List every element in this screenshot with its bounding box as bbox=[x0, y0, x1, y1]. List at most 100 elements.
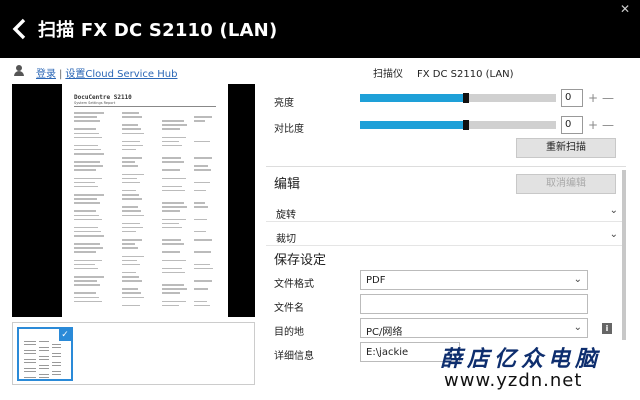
brightness-slider-handle[interactable] bbox=[462, 93, 469, 103]
preview-text-line bbox=[74, 300, 102, 303]
preview-text-line bbox=[122, 198, 142, 200]
preview-text-line bbox=[194, 267, 213, 270]
preview-text-line bbox=[162, 177, 186, 180]
preview-text-line bbox=[162, 210, 180, 212]
preview-text-line bbox=[194, 251, 211, 253]
preview-text-line bbox=[194, 280, 212, 282]
close-icon[interactable]: ✕ bbox=[620, 2, 630, 16]
preview-text-line bbox=[74, 194, 104, 196]
thumbnail-text-line bbox=[52, 380, 61, 381]
thumbnail-text-line bbox=[52, 347, 61, 348]
chevron-down-icon: ⌄ bbox=[609, 205, 618, 216]
preview-text-line bbox=[74, 210, 96, 212]
preview-text-line bbox=[122, 148, 136, 151]
preview-text-line bbox=[162, 222, 179, 225]
preview-text-line bbox=[122, 239, 142, 241]
details-label: 详细信息 bbox=[274, 351, 314, 362]
preview-panel: DocuCentre S2110 System Settings Report … bbox=[12, 82, 255, 387]
thumbnail-text-line bbox=[24, 353, 36, 354]
preview-text-line bbox=[162, 206, 187, 208]
thumbnail-strip: ✓ bbox=[12, 322, 255, 385]
preview-text-line bbox=[74, 214, 99, 216]
preview-text-line bbox=[122, 210, 141, 212]
brightness-value[interactable]: 0 bbox=[561, 89, 583, 107]
format-value: PDF bbox=[366, 275, 386, 286]
preview-text-line bbox=[162, 185, 182, 188]
setup-cloud-link[interactable]: 设置Cloud Service Hub bbox=[65, 69, 177, 80]
brightness-slider[interactable] bbox=[360, 93, 556, 103]
thumbnail-text-line bbox=[24, 359, 36, 360]
thumbnail-text-line bbox=[52, 374, 61, 375]
doc-title: DocuCentre S2110 bbox=[74, 94, 132, 101]
contrast-value[interactable]: 0 bbox=[561, 116, 583, 134]
preview-text-line bbox=[74, 218, 102, 221]
thumbnail-text-line bbox=[52, 362, 61, 363]
preview-text-line bbox=[74, 185, 98, 188]
brightness-slider-fill bbox=[360, 94, 466, 102]
preview-text-line bbox=[74, 153, 104, 155]
destination-select[interactable]: PC/网络 ⌄ bbox=[360, 318, 588, 338]
page-thumbnail[interactable]: ✓ bbox=[17, 327, 73, 381]
thumbnail-text-line bbox=[39, 368, 49, 369]
login-link[interactable]: 登录 bbox=[36, 69, 56, 80]
crop-row[interactable]: 裁切 ⌄ bbox=[266, 226, 622, 246]
contrast-plus-button[interactable]: + bbox=[588, 116, 598, 134]
thumbnail-text-line bbox=[24, 371, 36, 372]
preview-text-line bbox=[162, 161, 184, 163]
thumbnail-text-line bbox=[39, 377, 49, 378]
preview-text-line bbox=[162, 140, 179, 143]
thumbnail-text-line bbox=[52, 353, 61, 354]
brightness-minus-button[interactable]: — bbox=[602, 89, 614, 107]
preview-text-line bbox=[122, 222, 140, 225]
preview-text-line bbox=[74, 263, 95, 266]
preview-text-line bbox=[194, 304, 210, 307]
contrast-slider-handle[interactable] bbox=[462, 120, 469, 130]
scrollbar[interactable] bbox=[622, 170, 626, 340]
preview-text-line bbox=[122, 292, 141, 294]
chevron-down-icon: ⌄ bbox=[609, 229, 618, 240]
preview-text-line bbox=[74, 120, 100, 122]
format-label: 文件格式 bbox=[274, 279, 314, 290]
preview-text-line bbox=[122, 255, 144, 257]
preview-text-line bbox=[74, 284, 100, 286]
link-separator: | bbox=[59, 69, 63, 80]
preview-text-line bbox=[162, 243, 184, 245]
preview-text-line bbox=[122, 165, 138, 167]
preview-text-line bbox=[74, 198, 97, 200]
thumbnail-text-line bbox=[39, 341, 49, 342]
preview-text-line bbox=[162, 304, 179, 307]
preview-text-line bbox=[162, 136, 186, 139]
format-select[interactable]: PDF ⌄ bbox=[360, 270, 588, 290]
edit-section-title: 编辑 bbox=[274, 177, 301, 192]
scan-preview[interactable]: DocuCentre S2110 System Settings Report bbox=[12, 84, 255, 317]
filename-input[interactable] bbox=[360, 294, 588, 314]
preview-text-line bbox=[122, 296, 144, 298]
preview-text-line bbox=[74, 292, 96, 294]
doc-rule bbox=[74, 106, 216, 107]
preview-text-line bbox=[74, 112, 104, 114]
preview-text-line bbox=[74, 128, 96, 130]
preview-text-line bbox=[74, 296, 99, 298]
preview-text-line bbox=[162, 124, 187, 126]
contrast-slider[interactable] bbox=[360, 120, 556, 130]
preview-text-line bbox=[122, 206, 138, 208]
back-arrow-icon[interactable] bbox=[10, 17, 32, 41]
preview-text-line bbox=[162, 284, 184, 286]
crop-label: 裁切 bbox=[276, 234, 296, 245]
contrast-minus-button[interactable]: — bbox=[602, 116, 614, 134]
preview-text-line bbox=[194, 189, 206, 192]
preview-text-line bbox=[194, 263, 210, 266]
preview-text-line bbox=[162, 226, 182, 229]
preview-text-line bbox=[122, 263, 140, 266]
cancel-edit-button[interactable]: 取消编辑 bbox=[516, 174, 616, 194]
info-icon[interactable]: i bbox=[602, 323, 612, 334]
thumbnail-text-line bbox=[52, 371, 61, 372]
thumbnail-text-line bbox=[39, 374, 49, 375]
chevron-down-icon: ⌄ bbox=[573, 274, 582, 285]
rotate-row[interactable]: 旋转 ⌄ bbox=[266, 202, 622, 222]
preview-text-line bbox=[74, 247, 103, 249]
brightness-plus-button[interactable]: + bbox=[588, 89, 598, 107]
preview-text-line bbox=[74, 132, 99, 134]
preview-text-line bbox=[194, 116, 212, 118]
rescan-button[interactable]: 重新扫描 bbox=[516, 138, 616, 158]
